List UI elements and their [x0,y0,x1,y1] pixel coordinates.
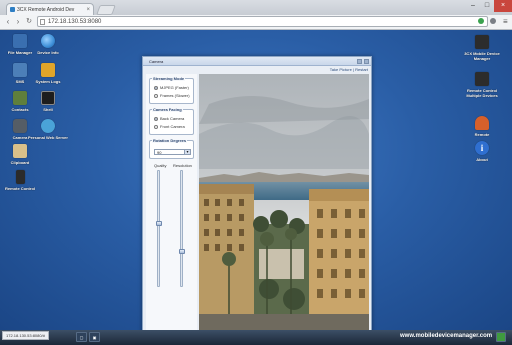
minimize-button[interactable]: – [466,0,480,12]
camera-facing-legend: Camera Facing [152,107,183,112]
browser-status-url: 172.18.130.53:8080/# [2,331,49,340]
rotation-group: Rotation Degrees 90 ▾ [149,138,194,159]
camera-preview-image [199,74,369,330]
forward-button[interactable]: › [13,16,23,27]
web-server-icon [41,119,55,133]
link-separator: | [352,67,354,72]
settings-panel: Streaming Mode MJPEG (Faster) Frames (Sl… [146,74,197,330]
extension-icon[interactable] [478,18,484,24]
favicon-icon [10,7,15,12]
window-title: Camera [149,59,164,64]
remote-multiple-shortcut[interactable]: Remote Control Multiple Devices [462,72,502,98]
resolution-slider-thumb[interactable] [179,249,185,254]
desktop: File Manager Device Info SMS System Logs… [0,30,512,330]
streaming-mode-legend: Streaming Mode [152,76,186,81]
rotation-select[interactable]: 90 ▾ [154,149,191,155]
new-tab-button[interactable] [96,5,116,15]
sms-icon [13,63,27,77]
quality-slider[interactable] [156,170,162,287]
back-button[interactable]: ‹ [3,16,13,27]
url-text: 172.18.130.53:8080 [48,19,102,25]
radio-selected-icon [154,85,158,90]
camera-window-titlebar[interactable]: Camera [143,57,371,66]
browser-toolbar: ‹ › ↻ 172.18.130.53:8080 ≡ [0,15,512,30]
page-icon [40,19,45,25]
radio-front-camera[interactable]: Front Camera [154,124,185,129]
dropdown-arrow-icon[interactable]: ▾ [184,150,190,154]
tab-title: 3CX Remote Android Dev [17,7,75,13]
window-close-icon[interactable] [364,59,369,64]
resolution-slider[interactable] [179,170,185,287]
remote-control-icon [15,170,25,184]
about-shortcut[interactable]: i About [462,141,502,162]
camera-preview-drawing [199,74,369,330]
device-info-shortcut[interactable]: Device Info [28,34,68,55]
take-picture-link[interactable]: Take Picture [330,67,352,72]
browser-tab-strip: 3CX Remote Android Dev × – □ × [0,0,512,15]
streaming-mode-group: Streaming Mode MJPEG (Faster) Frames (Sl… [149,76,194,104]
shell-shortcut[interactable]: Shell [28,91,68,112]
system-logs-shortcut[interactable]: System Logs [28,63,68,84]
folder-icon [13,34,27,48]
reload-button[interactable]: ↻ [24,16,34,27]
close-window-button[interactable]: × [494,0,512,12]
window-actions: Take Picture | Restart [330,67,368,73]
info-icon: i [475,141,489,155]
resolution-label: Resolution [173,163,192,168]
globe-icon [41,34,55,48]
tab-close-icon[interactable]: × [86,4,90,15]
terminal-icon [41,91,55,105]
radio-frames[interactable]: Frames (Slower) [154,93,190,98]
radio-back-camera[interactable]: Back Camera [154,116,184,121]
taskbar-item-camera[interactable]: ▣ [89,332,100,342]
taskbar-brand: www.mobiledevicemanager.com [400,333,493,339]
rotation-legend: Rotation Degrees [152,138,188,143]
clipboard-shortcut[interactable]: Clipboard [0,144,40,165]
3cx-logo-icon [475,35,489,49]
extension-icon-2[interactable] [490,18,496,24]
quality-label: Quality [154,163,167,168]
restart-link[interactable]: Restart [355,67,368,72]
window-minimize-icon[interactable] [357,59,362,64]
rotation-value: 90 [157,150,162,155]
quality-slider-thumb[interactable] [156,221,162,226]
remote-shortcut[interactable]: Remote [462,116,502,137]
taskbar-item-file-manager[interactable]: ▢ [76,332,87,342]
remote-control-shortcut[interactable]: Remote Control [0,170,40,191]
personal-web-server-shortcut[interactable]: Personal Web Server [28,119,68,140]
browser-menu-icon[interactable]: ≡ [503,17,508,27]
radio-unselected-icon [154,93,158,98]
taskbar-tray-icon[interactable] [496,332,506,342]
camera-icon [13,119,27,133]
logs-icon [41,63,55,77]
radio-mjpeg[interactable]: MJPEG (Faster) [154,85,189,90]
3cx-mdm-shortcut[interactable]: 3CX Mobile Device Manager [462,35,502,61]
maximize-button[interactable]: □ [480,0,494,12]
radio-selected-icon [154,116,158,121]
camera-facing-group: Camera Facing Back Camera Front Camera [149,107,194,135]
radio-unselected-icon [154,124,158,129]
contacts-icon [13,91,27,105]
browser-tab[interactable]: 3CX Remote Android Dev × [6,3,94,15]
address-bar[interactable]: 172.18.130.53:8080 [37,16,488,27]
person-icon [475,116,489,130]
camera-window[interactable]: Camera Take Picture | Restart Streaming … [142,56,372,330]
clipboard-icon [13,144,27,158]
3cx-logo-icon [475,72,489,86]
